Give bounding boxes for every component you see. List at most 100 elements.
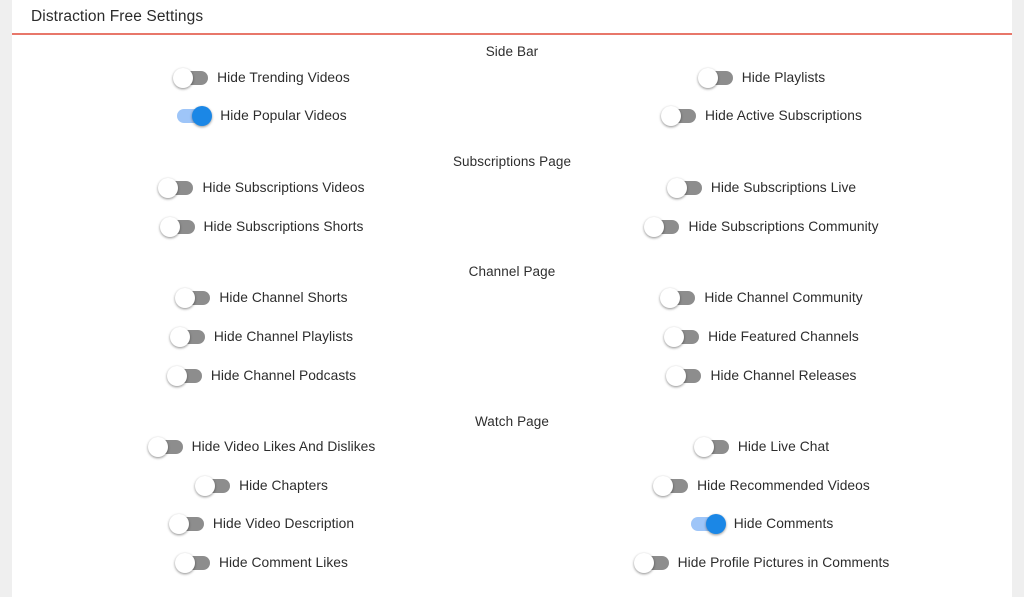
setting-hide-profile-pictures-in-comments[interactable]: Hide Profile Pictures in Comments (633, 552, 890, 573)
toggle-hide-profile-pictures-in-comments[interactable] (633, 552, 669, 573)
setting-hide-popular-videos[interactable]: Hide Popular Videos (177, 105, 347, 126)
setting-hide-video-description[interactable]: Hide Video Description (168, 514, 355, 535)
section-rows: Hide Channel Shorts Hide Channel Communit… (12, 279, 1012, 396)
setting-hide-subscriptions-community[interactable]: Hide Subscriptions Community (644, 216, 878, 237)
settings-row: Hide Chapters Hide Recommended Videos (12, 467, 1012, 506)
setting-hide-comments[interactable]: Hide Comments (690, 514, 834, 535)
setting-label: Hide Live Chat (737, 439, 830, 455)
toggle-knob-icon (666, 177, 687, 198)
settings-cell: Hide Video Description (12, 505, 512, 544)
settings-row: Hide Popular Videos Hide Active Subscript… (12, 97, 1012, 135)
toggle-knob-icon (661, 105, 682, 126)
toggle-hide-channel-playlists[interactable] (169, 327, 205, 347)
toggle-hide-subscriptions-shorts[interactable] (159, 216, 195, 237)
setting-label: Hide Popular Videos (220, 107, 347, 123)
toggle-knob-icon (705, 514, 726, 535)
setting-hide-channel-community[interactable]: Hide Channel Community (660, 288, 863, 308)
setting-label: Hide Subscriptions Shorts (203, 218, 364, 234)
setting-hide-trending-videos[interactable]: Hide Trending Videos (173, 67, 350, 88)
toggle-knob-icon (697, 67, 718, 88)
toggle-knob-icon (664, 327, 685, 347)
setting-hide-active-subscriptions[interactable]: Hide Active Subscriptions (661, 105, 862, 126)
toggle-knob-icon (633, 552, 654, 573)
setting-hide-subscriptions-videos[interactable]: Hide Subscriptions Videos (158, 177, 364, 198)
toggle-hide-subscriptions-videos[interactable] (158, 177, 194, 198)
toggle-knob-icon (166, 366, 187, 386)
setting-label: Hide Comment Likes (219, 554, 348, 570)
toggle-hide-trending-videos[interactable] (173, 67, 209, 88)
setting-hide-chapters[interactable]: Hide Chapters (195, 475, 328, 496)
setting-label: Hide Active Subscriptions (705, 107, 862, 123)
toggle-knob-icon (195, 475, 216, 496)
setting-hide-subscriptions-live[interactable]: Hide Subscriptions Live (666, 177, 857, 198)
setting-label: Hide Video Description (212, 516, 355, 532)
setting-hide-live-chat[interactable]: Hide Live Chat (693, 437, 830, 458)
setting-label: Hide Subscriptions Live (710, 179, 857, 195)
settings-cell: Hide Active Subscriptions (512, 97, 1012, 135)
section-heading-subscriptions: Subscriptions Page (452, 153, 572, 169)
toggle-knob-icon (653, 475, 674, 496)
toggle-knob-icon (175, 288, 196, 308)
toggle-hide-popular-videos[interactable] (177, 105, 213, 126)
setting-hide-video-likes-and-dislikes[interactable]: Hide Video Likes And Dislikes (147, 437, 376, 458)
settings-row: Hide Video Description Hide Comments (12, 505, 1012, 544)
settings-cell: Hide Subscriptions Shorts (12, 207, 512, 246)
setting-hide-channel-shorts[interactable]: Hide Channel Shorts (175, 288, 348, 308)
setting-hide-channel-podcasts[interactable]: Hide Channel Podcasts (166, 366, 356, 386)
setting-hide-subscriptions-shorts[interactable]: Hide Subscriptions Shorts (159, 216, 364, 237)
setting-label: Hide Chapters (239, 477, 328, 493)
toggle-hide-channel-releases[interactable] (666, 366, 702, 386)
setting-hide-featured-channels[interactable]: Hide Featured Channels (664, 327, 859, 347)
setting-hide-comment-likes[interactable]: Hide Comment Likes (175, 552, 348, 573)
toggle-hide-playlists[interactable] (697, 67, 733, 88)
toggle-hide-comment-likes[interactable] (175, 552, 211, 573)
toggle-knob-icon (168, 514, 189, 535)
toggle-knob-icon (192, 105, 213, 126)
setting-label: Hide Video Likes And Dislikes (191, 439, 376, 455)
page-title: Distraction Free Settings (31, 8, 204, 25)
toggle-hide-live-chat[interactable] (693, 437, 729, 458)
toggle-hide-comments[interactable] (690, 514, 726, 535)
toggle-hide-video-likes-and-dislikes[interactable] (147, 437, 183, 458)
toggle-knob-icon (169, 327, 190, 347)
setting-label: Hide Channel Playlists (213, 329, 354, 345)
setting-label: Hide Channel Releases (710, 368, 857, 384)
toggle-hide-channel-shorts[interactable] (175, 288, 211, 308)
toggle-knob-icon (693, 437, 714, 458)
settings-cell: Hide Video Likes And Dislikes (12, 428, 512, 467)
setting-label: Hide Playlists (741, 69, 826, 85)
toggle-knob-icon (147, 437, 168, 458)
settings-cell: Hide Channel Shorts (12, 279, 512, 318)
setting-label: Hide Comments (733, 516, 834, 532)
settings-row: Hide Channel Playlists Hide Featured Chan… (12, 318, 1012, 357)
settings-cell: Hide Popular Videos (12, 97, 512, 135)
section-heading-channel: Channel Page (468, 264, 556, 279)
toggle-hide-recommended-videos[interactable] (653, 475, 689, 496)
toggle-hide-subscriptions-community[interactable] (644, 216, 680, 237)
setting-label: Hide Channel Shorts (219, 290, 348, 306)
toggle-hide-subscriptions-live[interactable] (666, 177, 702, 198)
settings-section-sidebar: Side Bar Hide Trending Videos Hide Playlis… (12, 45, 1012, 135)
setting-hide-channel-playlists[interactable]: Hide Channel Playlists (169, 327, 354, 347)
toggle-knob-icon (660, 288, 681, 308)
settings-cell: Hide Trending Videos (12, 59, 512, 97)
setting-label: Hide Featured Channels (708, 329, 859, 345)
toggle-hide-featured-channels[interactable] (664, 327, 700, 347)
toggle-knob-icon (173, 67, 194, 88)
setting-label: Hide Profile Pictures in Comments (677, 554, 890, 570)
setting-hide-recommended-videos[interactable]: Hide Recommended Videos (653, 475, 870, 496)
settings-row: Hide Comment Likes Hide Profile Pictures … (12, 544, 1012, 583)
setting-hide-playlists[interactable]: Hide Playlists (697, 67, 826, 88)
setting-hide-channel-releases[interactable]: Hide Channel Releases (666, 366, 857, 386)
toggle-hide-channel-podcasts[interactable] (166, 366, 202, 386)
toggle-knob-icon (175, 552, 196, 573)
section-rows: Hide Video Likes And Dislikes Hide Live C… (12, 428, 1012, 582)
toggle-hide-chapters[interactable] (195, 475, 231, 496)
settings-cell: Hide Profile Pictures in Comments (512, 544, 1012, 583)
toggle-hide-active-subscriptions[interactable] (661, 105, 697, 126)
section-heading-sidebar: Side Bar (485, 44, 539, 59)
toggle-hide-video-description[interactable] (168, 514, 204, 535)
toggle-knob-icon (644, 216, 665, 237)
toggle-hide-channel-community[interactable] (660, 288, 696, 308)
settings-cell: Hide Channel Playlists (12, 318, 512, 357)
